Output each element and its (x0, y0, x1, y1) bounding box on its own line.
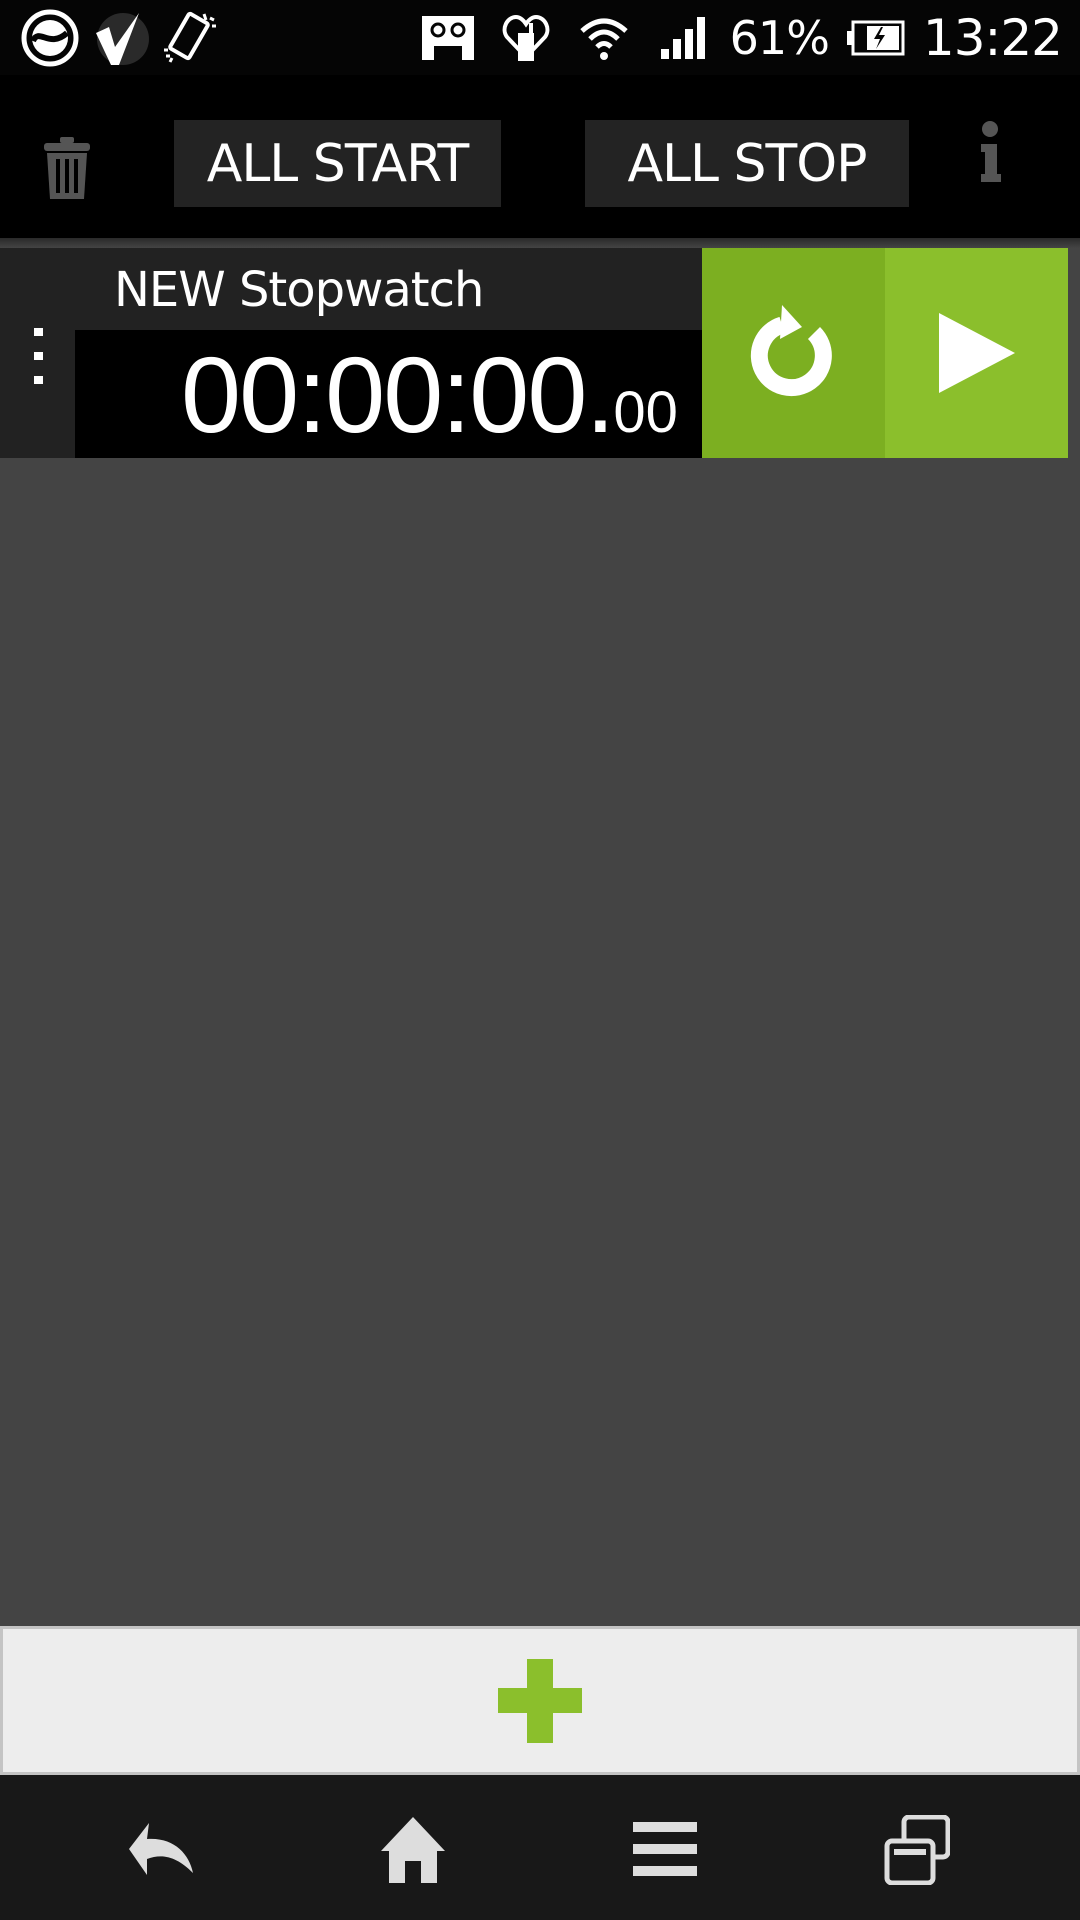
stopwatch-name[interactable]: NEW Stopwatch (114, 262, 484, 318)
stopwatch-time-fraction: 00 (613, 380, 678, 445)
drag-handle-icon[interactable] (34, 328, 44, 384)
back-icon (129, 1823, 193, 1875)
heart-plug-icon (496, 8, 556, 68)
home-icon (381, 1817, 445, 1883)
recent-apps-icon (884, 1815, 950, 1885)
toolbar-divider (0, 238, 1080, 248)
navigation-bar (0, 1775, 1080, 1920)
reset-icon (750, 305, 832, 397)
recent-apps-button[interactable] (867, 1805, 967, 1895)
trash-icon[interactable] (42, 137, 102, 209)
battery-charging-icon (846, 8, 905, 68)
reset-button[interactable] (702, 248, 885, 458)
status-right: 61% 13:22 (418, 6, 1063, 70)
sync-app-icon (20, 8, 80, 68)
wifi-icon (574, 8, 634, 68)
play-icon (938, 313, 1015, 393)
home-button[interactable] (363, 1805, 463, 1895)
status-left (20, 6, 220, 70)
all-stop-button[interactable]: ALL STOP (585, 120, 909, 207)
voicemail-icon (418, 8, 478, 68)
clock-time: 13:22 (922, 9, 1063, 67)
info-icon[interactable] (975, 120, 1020, 210)
toolbar: ALL START ALL STOP (0, 75, 1080, 238)
add-stopwatch-button[interactable] (0, 1626, 1080, 1775)
vibrate-icon (160, 8, 220, 68)
status-bar: 61% 13:22 (0, 0, 1080, 75)
menu-button[interactable] (615, 1805, 715, 1895)
menu-icon (633, 1822, 697, 1876)
stopwatch-time-main: 00:00:00. (181, 334, 615, 455)
play-button[interactable] (885, 248, 1068, 458)
stopwatch-item: NEW Stopwatch 00:00:00.00 (0, 248, 1068, 458)
checkmark-app-icon (90, 8, 150, 68)
plus-icon (498, 1658, 582, 1743)
stopwatch-time: 00:00:00.00 (181, 332, 678, 457)
signal-icon (652, 8, 712, 68)
battery-percent: 61% (729, 11, 830, 65)
all-start-button[interactable]: ALL START (174, 120, 501, 207)
back-button[interactable] (112, 1805, 212, 1895)
stopwatch-display: 00:00:00.00 (75, 330, 702, 458)
